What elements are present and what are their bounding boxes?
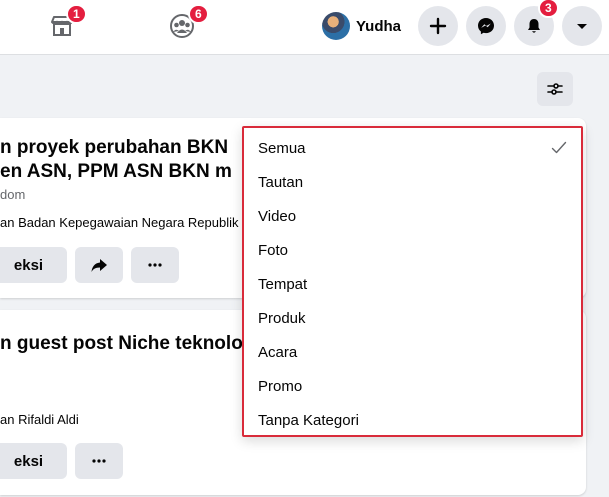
menu-item-label: Tautan bbox=[258, 173, 304, 191]
account-menu-button[interactable] bbox=[562, 6, 602, 46]
menu-item-label: Acara bbox=[258, 343, 298, 361]
create-button[interactable] bbox=[418, 6, 458, 46]
notifications-button[interactable]: 3 bbox=[514, 0, 559, 46]
menu-item-label: Video bbox=[258, 207, 297, 225]
menu-item-semua[interactable]: Semua bbox=[244, 131, 581, 165]
menu-item-tempat[interactable]: Tempat bbox=[244, 267, 581, 301]
checkmark-icon bbox=[551, 141, 567, 154]
notifications-badge: 3 bbox=[538, 0, 559, 18]
more-icon bbox=[148, 263, 162, 267]
card-title-line[interactable]: n guest post Niche teknolo bbox=[0, 332, 243, 356]
more-options-button[interactable] bbox=[131, 247, 179, 283]
bell-icon bbox=[528, 19, 540, 33]
card-title-line[interactable]: en ASN, PPM ASN BKN m bbox=[0, 160, 232, 184]
avatar bbox=[322, 12, 350, 40]
menu-item-label: Promo bbox=[258, 377, 303, 395]
menu-item-produk[interactable]: Produk bbox=[244, 301, 581, 335]
menu-item-acara[interactable]: Acara bbox=[244, 335, 581, 369]
plus-icon bbox=[429, 17, 447, 35]
react-button[interactable]: eksi bbox=[0, 443, 67, 479]
card-description: an Rifaldi Aldi bbox=[0, 412, 79, 427]
menu-item-video[interactable]: Video bbox=[244, 199, 581, 233]
messenger-icon bbox=[478, 18, 494, 35]
menu-item-label: Foto bbox=[258, 241, 289, 259]
chevron-down-icon bbox=[577, 24, 587, 29]
card-description: an Badan Kepegawaian Negara Republik I bbox=[0, 215, 246, 230]
menu-item-tautan[interactable]: Tautan bbox=[244, 165, 581, 199]
groups-tab[interactable]: 6 bbox=[162, 4, 209, 46]
card-title-line[interactable]: n proyek perubahan BKN bbox=[0, 136, 228, 160]
menu-item-label: Semua bbox=[258, 139, 306, 157]
menu-item-label: Produk bbox=[258, 309, 306, 327]
more-icon bbox=[92, 459, 106, 463]
react-button-label: eksi bbox=[13, 452, 44, 470]
share-icon bbox=[91, 259, 107, 272]
messenger-button[interactable] bbox=[466, 6, 506, 46]
profile-name: Yudha bbox=[356, 17, 402, 35]
filter-dropdown-menu: Semua Tautan Video Foto Tempat Produk Ac… bbox=[242, 126, 583, 437]
react-button-label: eksi bbox=[13, 256, 44, 274]
marketplace-tab[interactable]: 1 bbox=[42, 4, 87, 46]
sliders-icon bbox=[547, 83, 563, 95]
filter-button[interactable] bbox=[537, 72, 573, 106]
more-options-button[interactable] bbox=[75, 443, 123, 479]
groups-badge: 6 bbox=[188, 4, 209, 24]
marketplace-badge: 1 bbox=[66, 4, 87, 24]
react-button[interactable]: eksi bbox=[0, 247, 67, 283]
menu-item-promo[interactable]: Promo bbox=[244, 369, 581, 403]
share-button[interactable] bbox=[75, 247, 123, 283]
top-navigation-bar: 1 6 Yudha 3 bbox=[0, 0, 609, 55]
menu-item-label: Tanpa Kategori bbox=[258, 411, 359, 429]
menu-item-tanpa-kategori[interactable]: Tanpa Kategori bbox=[244, 403, 581, 437]
profile-button[interactable]: Yudha bbox=[318, 8, 409, 44]
menu-item-foto[interactable]: Foto bbox=[244, 233, 581, 267]
card-source: dom bbox=[0, 187, 26, 202]
menu-item-label: Tempat bbox=[258, 275, 308, 293]
